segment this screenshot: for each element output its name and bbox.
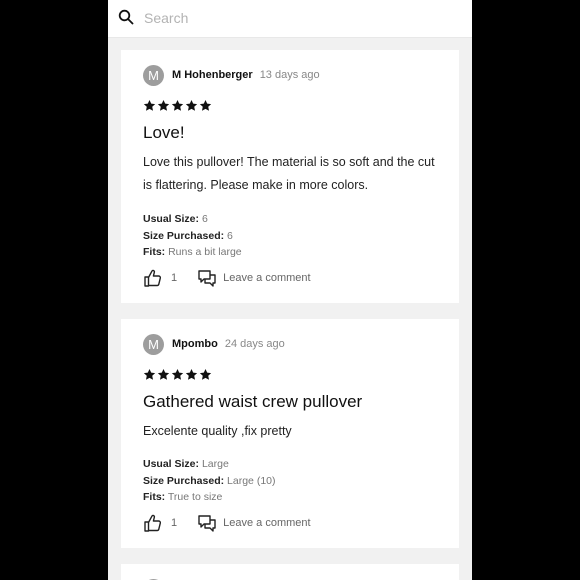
review-body: Love this pullover! The material is so s… <box>143 155 435 192</box>
review-header: M M Hohenberger 13 days ago <box>143 64 320 86</box>
review-card: M Mpombo 24 days ago Gathered waist crew… <box>121 319 459 548</box>
star-icon <box>171 99 184 111</box>
review-actions: 1 Leave a comment <box>143 268 311 288</box>
review-title: Gathered waist crew pullover <box>143 392 363 411</box>
review-actions: 1 Leave a comment <box>143 513 311 533</box>
username[interactable]: Mpombo <box>172 338 218 350</box>
like-icon[interactable] <box>143 513 163 533</box>
review-header: M Mpombo 24 days ago <box>143 333 285 355</box>
timestamp: 13 days ago <box>259 69 320 81</box>
comment-icon[interactable] <box>197 513 217 533</box>
usual-size-label: Usual Size: <box>143 213 200 225</box>
search-bar <box>108 0 472 38</box>
star-rating <box>143 99 212 112</box>
star-icon <box>171 368 184 380</box>
star-icon <box>157 368 170 380</box>
size-details: Usual Size: Large Size Purchased: Large … <box>143 456 276 506</box>
size-purchased-value: Large (10) <box>227 474 276 487</box>
star-icon <box>185 368 198 380</box>
usual-size-label: Usual Size: <box>143 458 200 470</box>
star-icon <box>157 99 170 111</box>
usual-size-value: Large <box>201 458 229 470</box>
review-card <box>121 564 459 580</box>
fits-value: True to size <box>167 491 223 504</box>
search-input[interactable] <box>142 6 446 30</box>
avatar[interactable]: M <box>143 64 164 86</box>
like-count: 1 <box>171 517 178 529</box>
timestamp: 24 days ago <box>224 338 285 350</box>
star-icon <box>143 368 156 380</box>
comment-icon[interactable] <box>197 268 217 288</box>
username[interactable]: M Hohenberger <box>172 69 253 81</box>
search-icon[interactable] <box>118 9 134 25</box>
like-count: 1 <box>171 272 178 284</box>
star-icon <box>199 368 212 380</box>
fits-label: Fits: <box>143 491 166 504</box>
size-purchased-value: 6 <box>227 229 233 242</box>
size-purchased-label: Size Purchased: <box>143 474 225 487</box>
star-rating <box>143 368 212 381</box>
fits-label: Fits: <box>143 246 166 259</box>
review-body: Excelente quality ,fix pretty <box>143 424 292 438</box>
avatar[interactable]: M <box>143 333 164 355</box>
fits-value: Runs a bit large <box>168 246 242 259</box>
app-screen: M M Hohenberger 13 days ago Love! Love t… <box>108 0 472 580</box>
review-title: Love! <box>143 123 185 142</box>
usual-size-value: 6 <box>201 213 208 225</box>
leave-comment-link[interactable]: Leave a comment <box>223 517 310 529</box>
leave-comment-link[interactable]: Leave a comment <box>223 272 310 284</box>
star-icon <box>185 99 198 111</box>
size-purchased-label: Size Purchased: <box>143 229 225 242</box>
review-card: M M Hohenberger 13 days ago Love! Love t… <box>121 50 459 303</box>
size-details: Usual Size: 6 Size Purchased: 6 Fits: Ru… <box>143 211 242 261</box>
star-icon <box>199 99 212 111</box>
star-icon <box>143 99 156 111</box>
like-icon[interactable] <box>143 268 163 288</box>
